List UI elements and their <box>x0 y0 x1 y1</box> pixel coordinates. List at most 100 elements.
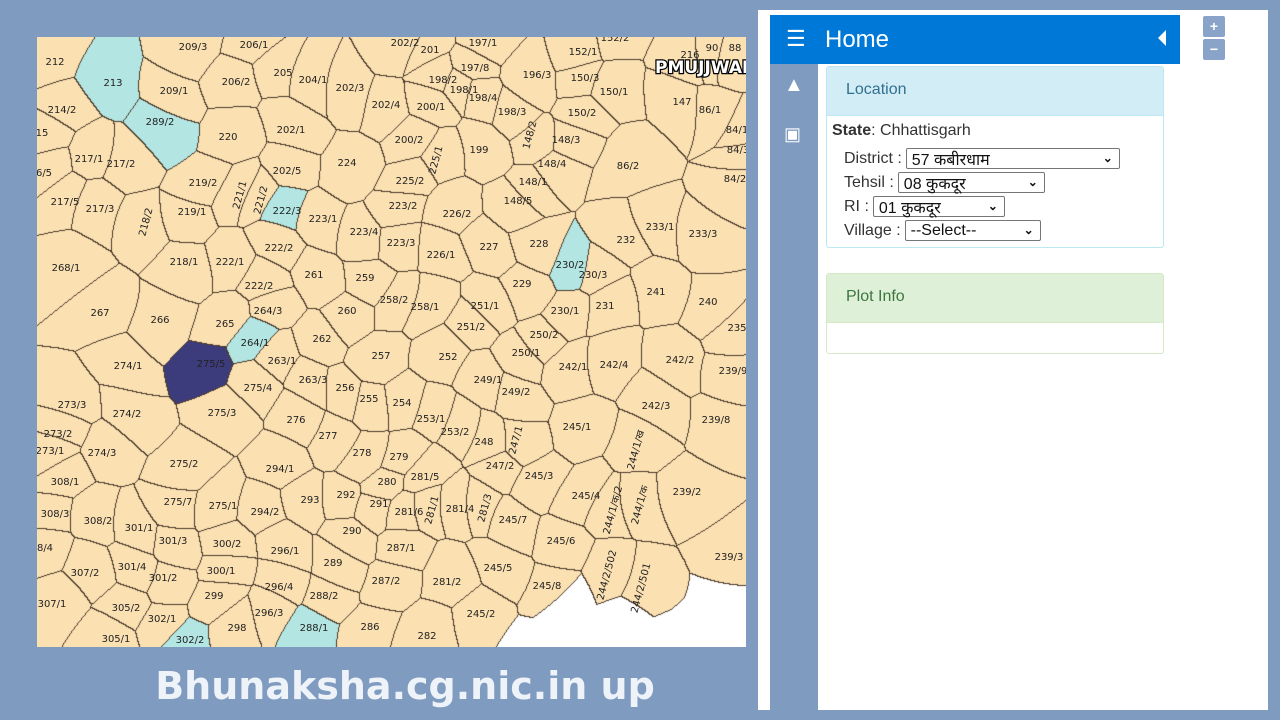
plot-label[interactable]: 148/1 <box>519 177 548 188</box>
plot-label[interactable]: 248 <box>474 437 493 448</box>
plot-label[interactable]: 275/2 <box>170 459 199 470</box>
plot-label[interactable]: 242/4 <box>600 360 629 371</box>
village-select[interactable]: --Select-- ⌄ <box>904 220 1041 241</box>
plot-label[interactable]: 198/3 <box>498 107 527 118</box>
plot-label[interactable]: 305/2 <box>112 603 141 614</box>
plot-label[interactable]: 281/3 <box>476 493 494 524</box>
plot-label[interactable]: 252 <box>438 352 457 363</box>
plot-label[interactable]: 221/2 <box>252 185 270 216</box>
plot-label[interactable]: 209/3 <box>179 42 208 53</box>
plot-label[interactable]: 249/1 <box>474 375 503 386</box>
plot-label[interactable]: 199 <box>469 145 488 156</box>
plot-label[interactable]: 253/2 <box>441 427 470 438</box>
plot-label[interactable]: 200/2 <box>395 135 424 146</box>
plot-label[interactable]: 301/3 <box>159 536 188 547</box>
plot-label[interactable]: 260 <box>337 306 356 317</box>
plot-label[interactable]: 223/3 <box>387 238 416 249</box>
plot-label[interactable]: 264/1 <box>241 338 270 349</box>
plot-label[interactable]: 150/1 <box>600 87 629 98</box>
tehsil-select[interactable]: 08 कुकदूर ⌄ <box>897 172 1045 193</box>
plot-label[interactable]: 197/8 <box>461 63 490 74</box>
plot-label[interactable]: 300/1 <box>207 566 236 577</box>
plot-label[interactable]: 148/3 <box>552 135 581 146</box>
plot-label[interactable]: 296/1 <box>271 546 300 557</box>
plot-label[interactable]: 86/1 <box>699 105 721 116</box>
plot-label[interactable]: 218/1 <box>170 257 199 268</box>
plot-label[interactable]: 267 <box>90 308 109 319</box>
plot-label[interactable]: 222/2 <box>265 243 294 254</box>
plot-label[interactable]: 206/1 <box>240 40 269 51</box>
plot-label[interactable]: 200/1 <box>417 102 446 113</box>
plot-label[interactable]: 251/2 <box>457 322 486 333</box>
plot-label[interactable]: 253/1 <box>417 414 446 425</box>
plot-label[interactable]: 222/2 <box>245 281 274 292</box>
plot-label[interactable]: 202/5 <box>273 166 302 177</box>
plot-label[interactable]: 233/3 <box>689 229 718 240</box>
plot-label[interactable]: 245/5 <box>484 563 513 574</box>
plot-label[interactable]: 90 <box>706 43 719 54</box>
plot-label[interactable]: 287/1 <box>387 543 416 554</box>
plot-label[interactable]: 259 <box>355 273 374 284</box>
plot-label[interactable]: 230/2 <box>556 260 585 271</box>
plot-label[interactable]: 86/2 <box>617 161 639 172</box>
plot-label[interactable]: 255 <box>359 394 378 405</box>
plot-label[interactable]: 301/2 <box>149 573 178 584</box>
plot-label[interactable]: 291 <box>369 499 388 510</box>
plot-label[interactable]: 206/2 <box>222 77 251 88</box>
plot-label[interactable]: 15 <box>37 128 48 139</box>
plot-label[interactable]: 256 <box>335 383 354 394</box>
plot-label[interactable]: 280 <box>377 477 396 488</box>
plot-label[interactable]: 281/1 <box>423 495 441 526</box>
plot-label[interactable]: 226/2 <box>443 209 472 220</box>
plot-label[interactable]: 223/1 <box>309 214 338 225</box>
plot-label[interactable]: 84/1 <box>726 125 746 136</box>
plot-label[interactable]: 242/2 <box>666 355 695 366</box>
plot-label[interactable]: 263/3 <box>299 375 328 386</box>
plot-label[interactable]: 218/2 <box>137 207 155 238</box>
plot-label[interactable]: 275/5 <box>197 359 226 370</box>
plot-label[interactable]: 258/1 <box>411 302 440 313</box>
plot-label[interactable]: 224 <box>337 158 356 169</box>
plot-label[interactable]: 301/4 <box>118 562 147 573</box>
plot-label[interactable]: 245/3 <box>525 471 554 482</box>
plot-label[interactable]: 290 <box>342 526 361 537</box>
plot-label[interactable]: 232 <box>616 235 635 246</box>
plot-label[interactable]: 239/2 <box>673 487 702 498</box>
plot-label[interactable]: 299 <box>204 591 223 602</box>
plot-label[interactable]: 245/7 <box>499 515 528 526</box>
plot-label[interactable]: 307/1 <box>38 599 67 610</box>
plot-label[interactable]: 227 <box>479 242 498 253</box>
plot-label[interactable]: 250/2 <box>530 330 559 341</box>
plot-label[interactable]: 266 <box>150 315 169 326</box>
plot-label[interactable]: 147 <box>672 97 691 108</box>
plot-label[interactable]: 150/2 <box>568 108 597 119</box>
plot-label[interactable]: 219/2 <box>189 178 218 189</box>
hamburger-icon[interactable]: ☰ <box>786 28 806 50</box>
plot-label[interactable]: 225/2 <box>396 176 425 187</box>
plot-label[interactable]: 241 <box>646 287 665 298</box>
district-select[interactable]: 57 कबीरधाम ⌄ <box>905 148 1120 169</box>
zoom-out-button[interactable]: − <box>1203 39 1225 60</box>
plot-label[interactable]: 288/1 <box>300 623 329 634</box>
plot-label[interactable]: 287/2 <box>372 576 401 587</box>
plot-label[interactable]: 258/2 <box>380 295 409 306</box>
plot-label[interactable]: 223/2 <box>389 201 418 212</box>
plot-label[interactable]: 308/3 <box>41 509 70 520</box>
plot-label[interactable]: 6/5 <box>37 168 52 179</box>
plot-label[interactable]: 281/6 <box>395 507 424 518</box>
plot-label[interactable]: 242/3 <box>642 401 671 412</box>
plot-label[interactable]: 273/3 <box>58 400 87 411</box>
plot-label[interactable]: 198/1 <box>450 85 479 96</box>
plot-label[interactable]: 308/2 <box>84 516 113 527</box>
plot-label[interactable]: 152/2 <box>601 37 630 44</box>
plot-label[interactable]: 294/1 <box>266 464 295 475</box>
plot-label[interactable]: 217/5 <box>51 197 80 208</box>
plot-label[interactable]: 300/2 <box>213 539 242 550</box>
plot-label[interactable]: 152/1 <box>569 47 598 58</box>
plot-label[interactable]: 261 <box>304 270 323 281</box>
plot-label[interactable]: 230/3 <box>579 270 608 281</box>
plot-label[interactable]: 202/1 <box>277 125 306 136</box>
plot-label[interactable]: 274/1 <box>114 361 143 372</box>
plot-label[interactable]: 268/1 <box>52 263 81 274</box>
plot-label[interactable]: 273/1 <box>37 446 64 457</box>
